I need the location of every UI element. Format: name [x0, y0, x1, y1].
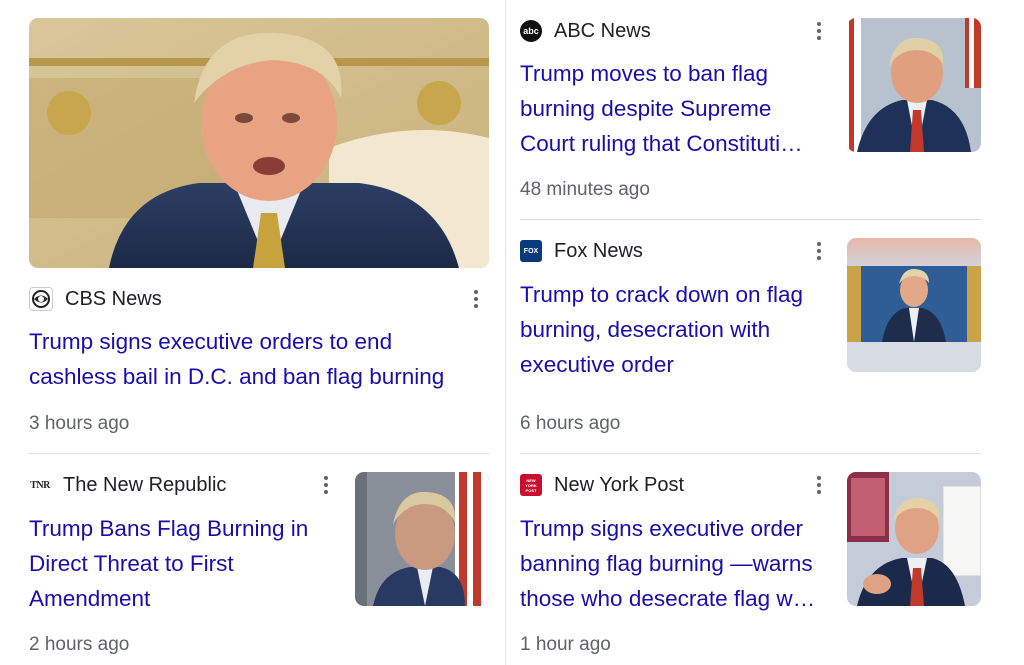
headline-link[interactable]: Trump signs executive order banning flag…	[520, 511, 834, 616]
article-image-cbs[interactable]	[29, 18, 489, 268]
fox-logo-icon: FOX	[520, 240, 542, 262]
source-row-nypost[interactable]: NEW YORK POST New York Post	[520, 471, 684, 499]
divider	[520, 453, 981, 454]
timestamp: 2 hours ago	[29, 634, 130, 655]
source-row-fox[interactable]: FOX Fox News	[520, 237, 643, 265]
column-divider	[505, 0, 506, 665]
trump-portrait-photo	[355, 472, 489, 606]
article-image-tnr[interactable]	[355, 472, 489, 606]
timestamp: 1 hour ago	[520, 634, 611, 655]
article-image-nypost[interactable]	[847, 472, 981, 606]
trump-standing-photo	[847, 238, 981, 372]
source-name: CBS News	[65, 287, 162, 310]
nypost-logo-icon: NEW YORK POST	[520, 474, 542, 496]
source-name: The New Republic	[63, 473, 227, 496]
cbs-eye-icon	[29, 287, 53, 311]
timestamp: 6 hours ago	[520, 413, 621, 434]
more-options-button[interactable]	[809, 17, 829, 45]
source-row-tnr[interactable]: TNR The New Republic	[29, 471, 226, 499]
source-name: Fox News	[554, 239, 643, 262]
tnr-logo-icon: TNR	[29, 474, 51, 496]
headline-link[interactable]: Trump signs executive orders to end cash…	[29, 324, 479, 394]
timestamp: 3 hours ago	[29, 413, 130, 434]
trump-flags-photo	[847, 18, 981, 152]
more-options-button[interactable]	[466, 285, 486, 313]
source-row-abc[interactable]: abc ABC News	[520, 17, 651, 45]
source-row-cbs[interactable]: CBS News	[29, 285, 162, 313]
article-image-fox[interactable]	[847, 238, 981, 372]
headline-link[interactable]: Trump Bans Flag Burning in Direct Threat…	[29, 511, 329, 616]
headline-link[interactable]: Trump to crack down on flag burning, des…	[520, 277, 825, 382]
trump-oval-office-photo	[29, 18, 489, 268]
abc-logo-icon: abc	[520, 20, 542, 42]
more-options-button[interactable]	[809, 237, 829, 265]
trump-signing-photo	[847, 472, 981, 606]
divider	[29, 453, 489, 454]
source-name: ABC News	[554, 19, 651, 42]
more-options-button[interactable]	[809, 471, 829, 499]
headline-link[interactable]: Trump moves to ban flag burning despite …	[520, 56, 825, 161]
article-image-abc[interactable]	[847, 18, 981, 152]
source-name: New York Post	[554, 473, 685, 496]
more-options-button[interactable]	[316, 471, 336, 499]
timestamp: 48 minutes ago	[520, 179, 650, 200]
divider	[520, 219, 981, 220]
